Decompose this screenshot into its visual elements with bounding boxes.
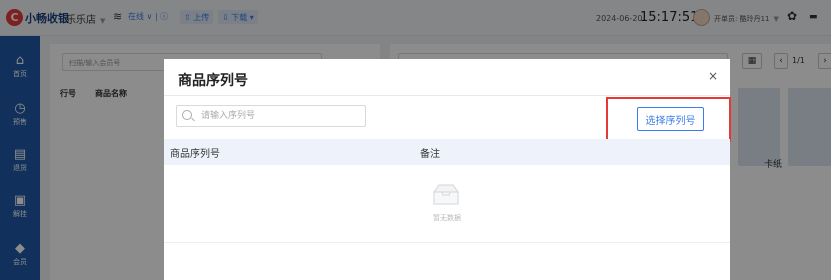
divider [164,95,730,96]
column-serial-number: 商品序列号 [170,149,220,160]
empty-state: 暂无数据 [164,165,730,243]
empty-text: 暂无数据 [433,214,461,222]
table-header: 商品序列号 备注 [164,139,730,165]
serial-search-field[interactable] [176,105,366,127]
column-remark: 备注 [420,149,440,160]
highlight-box: 选择序列号 [606,97,731,142]
empty-box-icon [433,184,459,205]
select-serial-button[interactable]: 选择序列号 [637,107,704,131]
serial-number-dialog: 商品序列号 × 选择序列号 商品序列号 备注 暂无数据 [164,59,731,280]
dialog-title: 商品序列号 [178,73,248,89]
close-icon[interactable]: × [708,69,718,83]
search-icon [182,110,192,120]
serial-search-input[interactable] [201,109,361,123]
